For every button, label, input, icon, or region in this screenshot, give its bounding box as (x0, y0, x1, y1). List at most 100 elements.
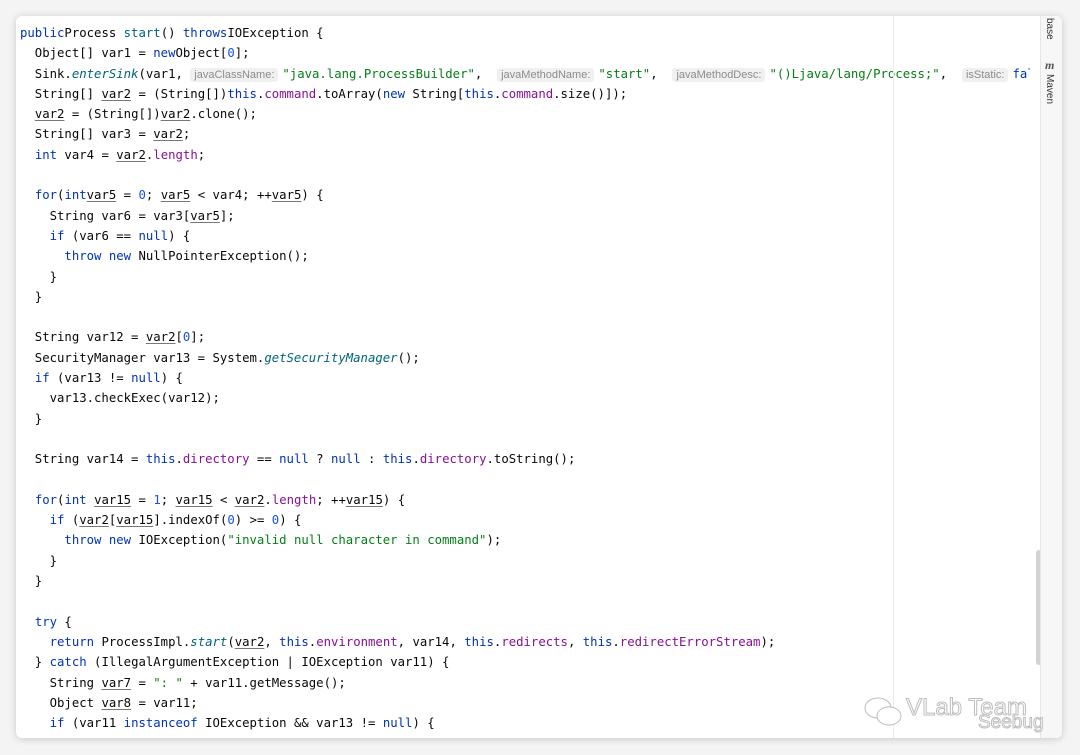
code-text: String[] (20, 86, 102, 101)
right-margin-guide (893, 16, 894, 738)
keyword: null (131, 371, 161, 386)
code-line[interactable]: throw new NullPointerException(); (20, 246, 1030, 266)
keyword: this (582, 634, 613, 649)
field: command (501, 86, 554, 101)
code-text: ]; (234, 46, 250, 61)
keyword: throws (182, 26, 228, 40)
keyword: throw new (64, 249, 132, 264)
static-method: enterSink (71, 66, 139, 81)
code-line[interactable]: if (var13 != null) { (20, 368, 1030, 388)
variable: var2 (234, 492, 265, 507)
code-text: SecurityManager var13 = System. (20, 350, 265, 365)
keyword: this (227, 86, 257, 101)
variable: var2 (34, 107, 65, 122)
code-text: Sink. (20, 66, 72, 81)
keyword: catch (49, 655, 87, 670)
code-text: ); (486, 533, 502, 548)
code-line[interactable] (20, 591, 1030, 611)
code-text: , (650, 66, 673, 81)
code-text: NullPointerException(); (131, 249, 309, 264)
code-line[interactable]: String[] var2 = (String[])this.command.t… (20, 84, 1030, 104)
code-line[interactable]: } (20, 409, 1030, 429)
code-text: [ (175, 330, 183, 345)
field: directory (419, 452, 487, 467)
code-editor[interactable]: publicProcess start() throwsIOException … (20, 23, 1030, 738)
code-text: String var6 = var3[ (20, 208, 191, 223)
code-line[interactable] (20, 429, 1030, 449)
code-line[interactable]: } (20, 551, 1030, 571)
static-method: start (190, 634, 228, 649)
code-text: , (264, 634, 280, 649)
code-line[interactable]: Object var8 = var11; (20, 693, 1030, 713)
code-text: , (939, 66, 962, 81)
code-text: == (249, 452, 280, 467)
variable: var5 (160, 188, 191, 203)
code-line[interactable]: } (20, 287, 1030, 307)
code-text: String[] var3 = (20, 127, 154, 142)
code-line[interactable]: for(intvar5 = 0; var5 < var4; ++var5) { (20, 185, 1030, 205)
code-text: = var11; (131, 695, 198, 710)
code-line[interactable]: String var6 = var3[var5]; (20, 206, 1030, 226)
code-text: IOException && var13 != (197, 716, 383, 731)
variable: var8 (101, 695, 132, 710)
code-text: , (474, 66, 498, 81)
keyword: null (138, 228, 169, 243)
code-line[interactable]: return ProcessImpl.start(var2, this. envi… (20, 632, 1030, 652)
tool-tab-base[interactable]: base (1044, 18, 1055, 40)
code-line[interactable]: String var12 = var2[0]; (20, 327, 1030, 347)
code-line[interactable] (20, 165, 1030, 185)
keyword: if (34, 371, 50, 386)
number-literal: 0 (227, 46, 235, 61)
code-line[interactable]: } (20, 571, 1030, 591)
keyword: this (279, 634, 309, 649)
variable: var5 (86, 188, 117, 203)
code-line[interactable]: SecurityManager var13 = System.getSecuri… (20, 348, 1030, 368)
code-line[interactable]: try { (20, 612, 1030, 632)
code-line[interactable]: var13.checkExec(var12); (20, 388, 1030, 408)
code-line[interactable]: int var4 = var2.length; (20, 145, 1030, 165)
code-text: } (20, 289, 43, 304)
code-line[interactable]: throw new IOException("invalid null char… (20, 530, 1030, 550)
maven-icon: m (1045, 58, 1055, 72)
code-line[interactable]: for(int var15 = 1; var15 < var2.length; … (20, 490, 1030, 510)
code-text: ; (197, 147, 206, 162)
code-line[interactable] (20, 307, 1030, 327)
tool-tab-maven[interactable]: Maven (1044, 74, 1055, 104)
keyword: throw new (64, 533, 132, 548)
field: command (264, 86, 317, 101)
code-text: ( (227, 634, 235, 649)
variable: var2 (101, 86, 132, 101)
code-text: } (20, 655, 50, 670)
code-text: { (57, 614, 72, 629)
code-text: ); (760, 634, 776, 649)
code-line[interactable]: Object[] var1 = newObject[0]; (20, 43, 1030, 63)
code-line[interactable]: String var7 = ": " + var11.getMessage(); (20, 673, 1030, 693)
code-line[interactable]: if (var11 instanceof IOException && var1… (20, 713, 1030, 733)
code-line[interactable]: Sink.enterSink(var1, javaClassName: "java… (20, 64, 1030, 84)
code-line[interactable]: } (20, 267, 1030, 287)
code-text: } (20, 574, 43, 589)
field: directory (182, 452, 250, 467)
keyword: try (34, 614, 58, 629)
keyword: if (49, 513, 65, 528)
code-line[interactable]: String[] var3 = var2; (20, 124, 1030, 144)
code-text: String var14 = (20, 452, 146, 467)
code-text: Object[] var1 = (20, 46, 154, 61)
code-text: String (20, 675, 102, 690)
code-text: String var12 = (20, 330, 146, 345)
parameter-hint: javaMethodDesc: (672, 67, 766, 82)
code-line[interactable] (20, 470, 1030, 490)
code-line[interactable]: var2 = (String[])var2.clone(); (20, 104, 1030, 124)
number-literal: 0 (227, 513, 235, 528)
code-line[interactable]: if (var6 == null) { (20, 226, 1030, 246)
code-line[interactable]: } catch (IllegalArgumentException | IOEx… (20, 652, 1030, 672)
code-text: Process (64, 26, 124, 40)
code-line[interactable]: if (var2[var15].indexOf(0) >= 0) { (20, 510, 1030, 530)
code-text: ]; (190, 330, 206, 345)
code-line[interactable]: publicProcess start() throwsIOException … (20, 23, 1030, 43)
code-line[interactable]: String var14 = this.directory == null ? … (20, 449, 1030, 469)
